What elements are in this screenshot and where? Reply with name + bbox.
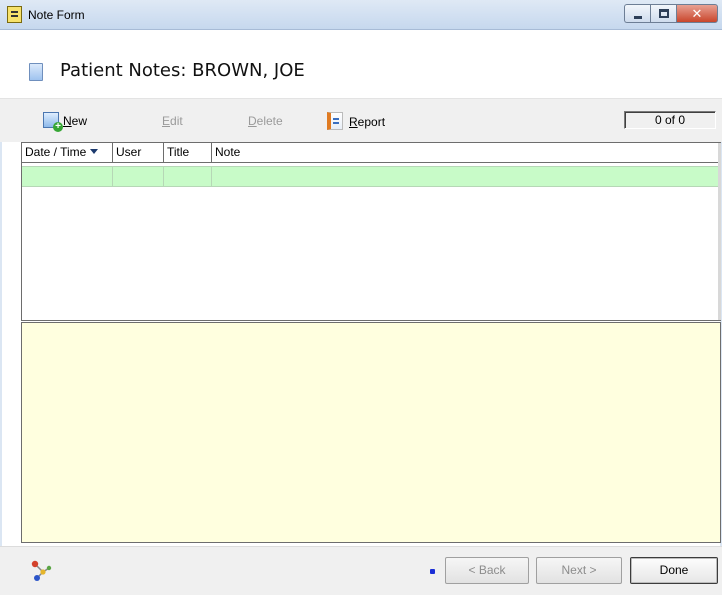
done-button[interactable]: Done: [630, 557, 718, 584]
close-icon: ✕: [691, 6, 703, 21]
column-label: Note: [215, 145, 241, 159]
note-text-area[interactable]: [21, 322, 721, 543]
edit-button[interactable]: Edit: [162, 112, 183, 132]
column-label: Date / Time: [25, 145, 87, 159]
column-header-note[interactable]: Note: [212, 143, 718, 162]
delete-mnemonic: D: [248, 114, 257, 128]
notes-grid[interactable]: Date / Time User Title Note: [21, 142, 721, 321]
record-counter: 0 of 0: [624, 111, 716, 129]
minimize-button[interactable]: [624, 4, 650, 23]
cell-date-time[interactable]: [22, 167, 113, 186]
page-title: Patient Notes: BROWN, JOE: [60, 60, 305, 81]
toolbar: New Edit Delete Report 0 of 0: [0, 98, 722, 142]
status-indicator-icon: [430, 569, 435, 574]
edit-mnemonic: E: [162, 114, 171, 128]
column-header-user[interactable]: User: [113, 143, 164, 162]
cell-note[interactable]: [212, 167, 718, 186]
new-mnemonic: N: [63, 114, 72, 128]
page-header: Patient Notes: BROWN, JOE: [0, 30, 722, 98]
minimize-icon: [634, 16, 642, 19]
grid-scroll-edge: [718, 143, 721, 320]
next-button[interactable]: Next >: [536, 557, 622, 584]
window-controls: ✕: [624, 4, 718, 23]
molecule-icon[interactable]: [29, 559, 53, 583]
new-label: ew: [71, 114, 88, 128]
new-note-icon: [43, 112, 63, 132]
grid-header: Date / Time User Title Note: [22, 143, 720, 163]
column-label: User: [116, 145, 142, 159]
report-mnemonic: R: [349, 115, 358, 129]
cell-user[interactable]: [113, 167, 164, 186]
document-icon: [29, 63, 43, 81]
edit-label: dit: [170, 114, 183, 128]
table-row[interactable]: [22, 166, 720, 187]
column-header-date-time[interactable]: Date / Time: [22, 143, 113, 162]
maximize-button[interactable]: [650, 4, 676, 23]
app-icon: [7, 6, 22, 23]
bottom-bar: < Back Next > Done: [0, 546, 722, 595]
report-button[interactable]: Report: [327, 112, 385, 132]
maximize-icon: [659, 9, 669, 18]
report-label: eport: [357, 115, 386, 129]
column-label: Title: [167, 145, 190, 159]
report-icon: [327, 112, 343, 130]
delete-label: elete: [256, 114, 283, 128]
back-button[interactable]: < Back: [445, 557, 529, 584]
close-button[interactable]: ✕: [676, 4, 718, 23]
column-header-title[interactable]: Title: [164, 143, 212, 162]
window-title: Note Form: [28, 8, 85, 22]
title-bar[interactable]: Note Form ✕: [0, 0, 722, 30]
cell-title[interactable]: [164, 167, 212, 186]
sort-down-icon: [90, 149, 99, 154]
delete-button[interactable]: Delete: [248, 112, 283, 132]
new-button[interactable]: New: [43, 112, 87, 132]
